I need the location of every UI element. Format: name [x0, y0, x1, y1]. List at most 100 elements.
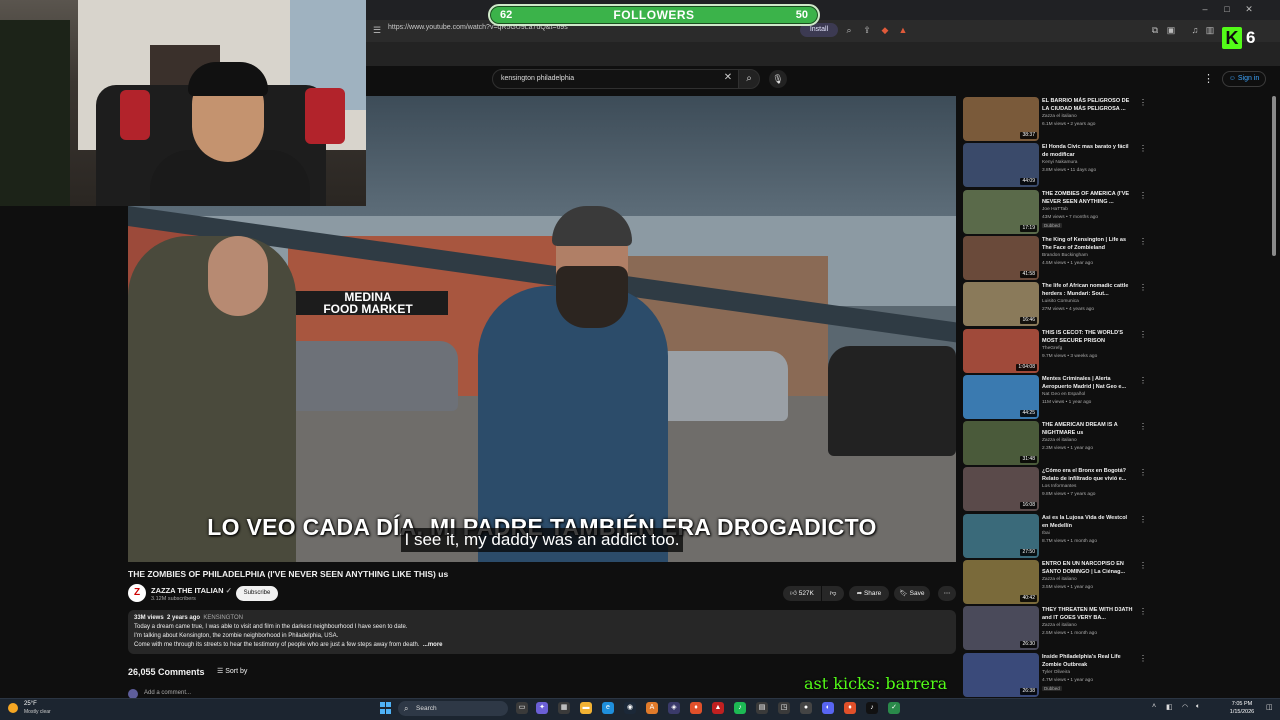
recommendation-thumbnail[interactable]: 1:04:08	[963, 329, 1039, 373]
maximize-icon[interactable]: □	[1222, 4, 1232, 14]
description-box[interactable]: 33M views 2 years ago KENSINGTON Today a…	[128, 610, 956, 654]
minimize-icon[interactable]: –	[1200, 4, 1210, 14]
recommendation-thumbnail[interactable]: 31:48	[963, 421, 1039, 465]
recommendation-title[interactable]: ENTRO EN UN NARCOPISO EN SANTO DOMINGO |…	[1042, 561, 1134, 576]
recommendation-item[interactable]: 38:37 EL BARRIO MÁS PELIGROSO DE LA CIUDA…	[963, 97, 1147, 141]
recommendation-channel[interactable]: Zazza el italiano	[1042, 577, 1077, 582]
discord-icon[interactable]: ◐	[822, 702, 834, 714]
clear-search-icon[interactable]: ✕	[722, 72, 734, 83]
zoom-icon[interactable]: ⌕	[844, 25, 854, 35]
recommendation-menu-icon[interactable]: ⋮	[1139, 144, 1147, 153]
recommendation-menu-icon[interactable]: ⋮	[1139, 607, 1147, 616]
tray-app-icon[interactable]: ◧	[1166, 703, 1173, 711]
wallet-icon[interactable]: ▣	[1166, 25, 1176, 35]
recommendation-menu-icon[interactable]: ⋮	[1139, 330, 1147, 339]
app-icon[interactable]: ◈	[668, 702, 680, 714]
app-icon[interactable]: ▲	[712, 702, 724, 714]
add-comment-input[interactable]: Add a comment...	[144, 690, 191, 696]
recommendation-channel[interactable]: Zazza el italiano	[1042, 114, 1077, 119]
recommendation-title[interactable]: THIS IS CECOT: THE WORLD'S MOST SECURE P…	[1042, 330, 1134, 345]
recommendation-menu-icon[interactable]: ⋮	[1139, 515, 1147, 524]
description-tag[interactable]: KENSINGTON	[203, 615, 243, 621]
recommendation-menu-icon[interactable]: ⋮	[1139, 468, 1147, 477]
volume-icon[interactable]: 🔈︎	[1196, 703, 1200, 711]
recommendation-title[interactable]: The life of African nomadic cattle herde…	[1042, 283, 1134, 298]
recommendation-menu-icon[interactable]: ⋮	[1139, 283, 1147, 292]
recommendation-thumbnail[interactable]: 16:46	[963, 282, 1039, 326]
voice-search-button[interactable]: 🎙︎	[769, 70, 787, 88]
weather-widget[interactable]: 25°F Mostly clear	[6, 700, 76, 718]
recommendation-menu-icon[interactable]: ⋮	[1139, 237, 1147, 246]
recommendation-title[interactable]: THEY THREATEN ME WITH D3ATH and IT GOES …	[1042, 607, 1134, 622]
recommendation-channel[interactable]: Joe HaTTab	[1042, 207, 1068, 212]
share-icon[interactable]: ⇪	[862, 25, 872, 35]
recommendation-channel[interactable]: Los Informantes	[1042, 484, 1076, 489]
tray-chevron-icon[interactable]: ˄	[1152, 703, 1156, 710]
like-button[interactable]: 👍︎ 527K	[783, 586, 821, 601]
app-icon[interactable]: ◳	[778, 702, 790, 714]
recommendation-item[interactable]: 31:48 THE AMERICAN DREAM IS A NIGHTMARE u…	[963, 421, 1147, 465]
recommendation-item[interactable]: 27:50 Asi es la Lujosa Vida de Westcol en…	[963, 514, 1147, 558]
file-explorer-icon[interactable]: ▬	[580, 702, 592, 714]
app-icon[interactable]: ✓	[888, 702, 900, 714]
recommendation-menu-icon[interactable]: ⋮	[1139, 191, 1147, 200]
recommendation-thumbnail[interactable]: 17:19	[963, 190, 1039, 234]
recommendation-channel[interactable]: Zazza el italiano	[1042, 438, 1077, 443]
recommendation-title[interactable]: Inside Philadelphia's Real Life Zombie O…	[1042, 654, 1134, 669]
channel-name[interactable]: ZAZZA THE ITALIAN ✓	[151, 586, 232, 595]
recommendation-thumbnail[interactable]: 26:38	[963, 653, 1039, 697]
recommendation-channel[interactable]: Ibai	[1042, 531, 1050, 536]
sort-comments-button[interactable]: ☰ Sort by	[217, 667, 247, 675]
rewards-icon[interactable]: ▲	[898, 25, 908, 35]
recommendation-title[interactable]: EL BARRIO MÁS PELIGROSO DE LA CIUDAD MÁS…	[1042, 98, 1134, 113]
recommendation-thumbnail[interactable]: 41:58	[963, 236, 1039, 280]
recommendation-title[interactable]: Asi es la Lujosa Vida de Westcol en Mede…	[1042, 515, 1134, 530]
copilot-icon[interactable]: ✦	[536, 702, 548, 714]
recommendation-channel[interactable]: Kenyi Nakamura	[1042, 160, 1077, 165]
spotify-icon[interactable]: ♪	[734, 702, 746, 714]
recommendation-menu-icon[interactable]: ⋮	[1139, 561, 1147, 570]
settings-menu-icon[interactable]: ⋮	[1203, 72, 1214, 85]
recommendation-channel[interactable]: Zazza el italiano	[1042, 623, 1077, 628]
recommendation-item[interactable]: 16:08 ¿Cómo era el Bronx en Bogotá? Relat…	[963, 467, 1147, 511]
scrollbar[interactable]	[1272, 96, 1276, 256]
widgets-icon[interactable]: ▦	[558, 702, 570, 714]
recommendation-title[interactable]: The King of Kensington | Life as The Fac…	[1042, 237, 1134, 252]
start-button[interactable]	[380, 702, 392, 714]
recommendation-menu-icon[interactable]: ⋮	[1139, 654, 1147, 663]
window-close-icon[interactable]: ✕	[1244, 4, 1254, 14]
save-button[interactable]: 🔖︎ Save	[894, 586, 930, 601]
recommendation-item[interactable]: 26:30 THEY THREATEN ME WITH D3ATH and IT …	[963, 606, 1147, 650]
recommendation-menu-icon[interactable]: ⋮	[1139, 422, 1147, 431]
sidebar-icon[interactable]: ▥	[1205, 25, 1215, 35]
app-icon[interactable]: A	[646, 702, 658, 714]
recommendation-thumbnail[interactable]: 16:08	[963, 467, 1039, 511]
recommendation-menu-icon[interactable]: ⋮	[1139, 98, 1147, 107]
recommendation-thumbnail[interactable]: 40:42	[963, 560, 1039, 604]
search-input[interactable]: kensington philadelphia	[492, 69, 740, 89]
recommendation-channel[interactable]: Nat Geo en Español	[1042, 392, 1085, 397]
tiktok-icon[interactable]: ♪	[866, 702, 878, 714]
recommendation-title[interactable]: Mentes Criminales | Alerta Aeropuerto Ma…	[1042, 376, 1134, 391]
recommendation-item[interactable]: 44:09 El Honda Civic mas barato y fácil d…	[963, 143, 1147, 187]
recommendation-title[interactable]: THE ZOMBIES OF AMERICA (I'VE NEVER SEEN …	[1042, 191, 1134, 206]
brave-active-icon[interactable]: ♦	[844, 702, 856, 714]
recommendation-thumbnail[interactable]: 38:37	[963, 97, 1039, 141]
wifi-icon[interactable]: ◠	[1182, 703, 1188, 711]
steam-icon[interactable]: ◉	[624, 702, 636, 714]
show-more-link[interactable]: ...more	[423, 642, 443, 648]
recommendation-channel[interactable]: Tyler Oliveira	[1042, 670, 1070, 675]
recommendation-title[interactable]: THE AMERICAN DREAM IS A NIGHTMARE us	[1042, 422, 1134, 437]
app-icon[interactable]: ▤	[756, 702, 768, 714]
obs-icon[interactable]: ●	[800, 702, 812, 714]
dislike-button[interactable]: 👎︎	[822, 586, 844, 601]
extensions-icon[interactable]: ⧉	[1150, 25, 1160, 35]
taskbar-search[interactable]: ⌕ Search	[398, 701, 508, 716]
brave-shield-icon[interactable]: ◆	[880, 25, 890, 35]
recommendation-channel[interactable]: Luisito Comunica	[1042, 299, 1079, 304]
sign-in-button[interactable]: ☺ Sign in	[1222, 71, 1266, 87]
recommendation-item[interactable]: 26:38 Inside Philadelphia's Real Life Zom…	[963, 653, 1147, 697]
recommendation-thumbnail[interactable]: 26:30	[963, 606, 1039, 650]
site-info-icon[interactable]: ☰	[372, 25, 382, 35]
recommendation-item[interactable]: 41:58 The King of Kensington | Life as Th…	[963, 236, 1147, 280]
